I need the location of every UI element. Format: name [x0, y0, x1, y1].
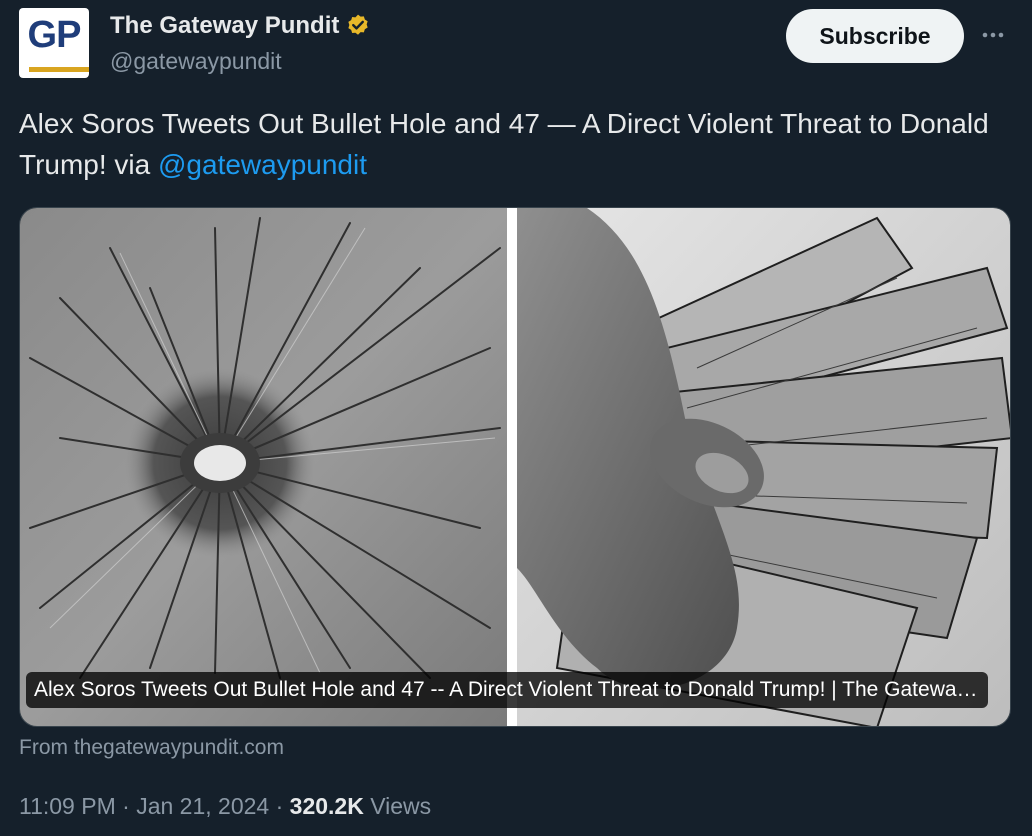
card-title: Alex Soros Tweets Out Bullet Hole and 47…: [26, 672, 988, 708]
money-in-hand-image: [517, 208, 1010, 726]
tweet-date[interactable]: Jan 21, 2024: [136, 793, 269, 819]
avatar[interactable]: GP: [19, 8, 89, 78]
tweet-meta: 11:09 PM · Jan 21, 2024 · 320.2K Views: [19, 793, 431, 820]
mention-link[interactable]: @gatewaypundit: [158, 149, 367, 180]
bullet-hole-image: [20, 208, 507, 726]
views-label: Views: [370, 793, 432, 819]
link-card[interactable]: Alex Soros Tweets Out Bullet Hole and 47…: [19, 207, 1011, 727]
tweet-time[interactable]: 11:09 PM: [19, 793, 116, 819]
views-count[interactable]: 320.2K: [290, 793, 364, 819]
avatar-logo-stripe: [29, 67, 89, 72]
subscribe-button[interactable]: Subscribe: [786, 9, 964, 63]
verified-badge-icon: [345, 13, 371, 39]
tweet: GP The Gateway Pundit @gatewaypundit Sub…: [0, 0, 1032, 836]
tweet-text: Alex Soros Tweets Out Bullet Hole and 47…: [19, 103, 1009, 185]
meta-separator: ·: [275, 793, 284, 819]
card-image-divider: [507, 208, 517, 726]
author-handle[interactable]: @gatewaypundit: [110, 48, 282, 75]
card-source-link[interactable]: From thegatewaypundit.com: [19, 736, 284, 760]
avatar-logo-text: GP: [27, 14, 82, 56]
author-name-text: The Gateway Pundit: [110, 12, 340, 39]
meta-separator: ·: [122, 793, 130, 819]
author-display-name[interactable]: The Gateway Pundit: [110, 12, 371, 40]
more-options-icon[interactable]: [976, 22, 1010, 48]
